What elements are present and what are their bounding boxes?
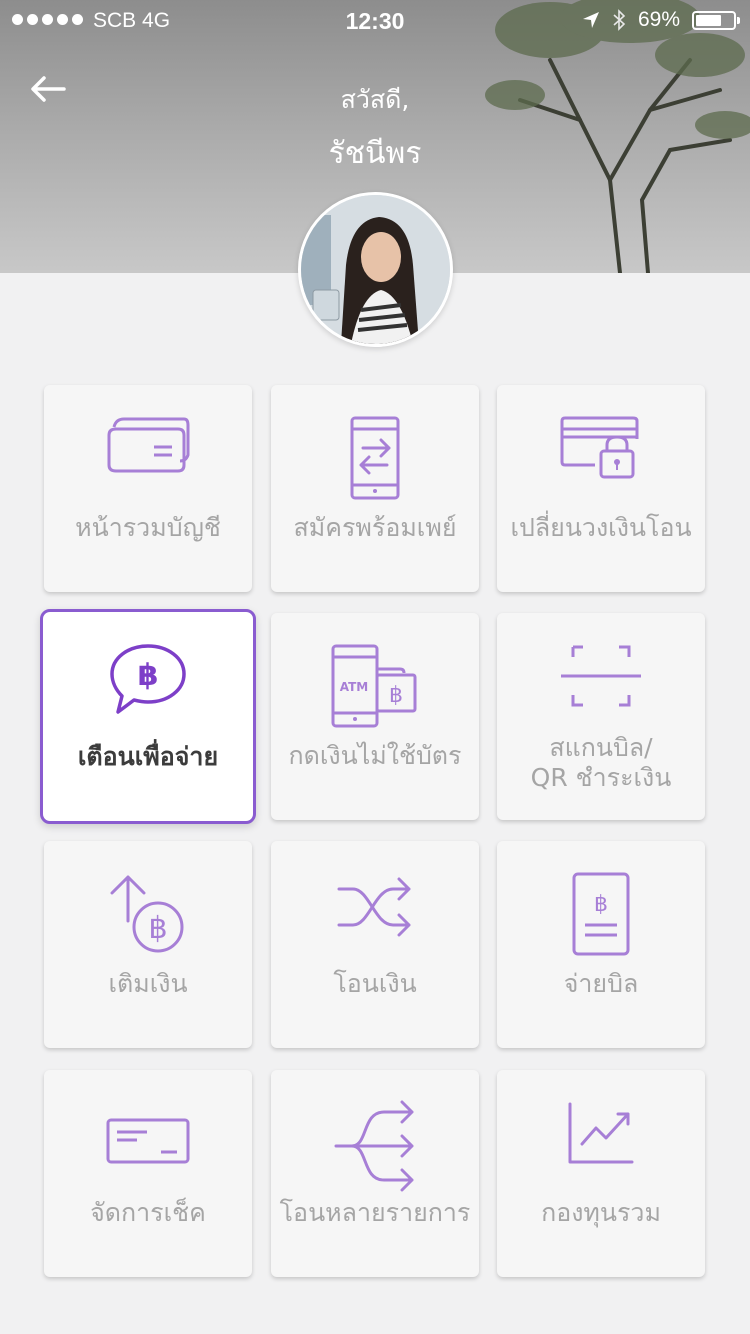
menu-tile-pay-bill[interactable]: ฿ จ่ายบิล: [497, 841, 705, 1048]
menu-tile-transfer[interactable]: โอนเงิน: [271, 841, 479, 1048]
multi-transfer-icon: [334, 1100, 414, 1192]
bluetooth-icon: [613, 9, 626, 31]
menu-label: จัดการเช็ค: [90, 1198, 206, 1227]
menu-label: เปลี่ยนวงเงินโอน: [510, 513, 692, 542]
menu-tile-accounts[interactable]: หน้ารวมบัญชี: [44, 385, 252, 592]
menu-tile-multi-transfer[interactable]: โอนหลายรายการ: [271, 1070, 479, 1277]
status-bar: SCB 4G 12:30 69%: [0, 0, 750, 42]
svg-text:฿: ฿: [594, 892, 608, 917]
menu-label: โอนเงิน: [333, 969, 417, 998]
fund-chart-icon: [568, 1102, 634, 1164]
user-name: รัชนีพร: [328, 136, 422, 171]
atm-phone-icon: ATM ฿: [331, 644, 417, 728]
location-icon: [582, 12, 599, 28]
bill-icon: ฿: [572, 872, 630, 956]
topup-icon: ฿: [110, 875, 184, 953]
greeting-text: สวัสดี,: [340, 85, 410, 114]
transfer-arrows-icon: [337, 877, 411, 937]
menu-tile-cardless-withdraw[interactable]: ATM ฿ กดเงินไม่ใช้บัตร: [271, 613, 479, 820]
menu-label: โอนหลายรายการ: [279, 1198, 471, 1227]
battery-icon: [692, 10, 740, 30]
svg-text:ATM: ATM: [340, 680, 368, 694]
menu-label-line2: QR ชำระเงิน: [530, 763, 672, 792]
battery-percentage: 69%: [637, 8, 680, 31]
menu-label: จ่ายบิล: [563, 969, 639, 998]
menu-label: หน้ารวมบัญชี: [75, 513, 221, 542]
profile-photo: [301, 195, 450, 344]
card-lock-icon: [560, 416, 639, 479]
svg-text:฿: ฿: [148, 911, 167, 946]
scan-icon: [561, 645, 641, 707]
menu-label: เตือนเพื่อจ่าย: [77, 742, 219, 771]
menu-tile-scan-bill[interactable]: สแกนบิล/ QR ชำระเงิน: [497, 613, 705, 820]
menu-tile-promptpay[interactable]: สมัครพร้อมเพย์: [271, 385, 479, 592]
cheque-icon: [106, 1118, 190, 1164]
avatar[interactable]: [298, 192, 453, 347]
svg-text:฿: ฿: [138, 658, 159, 693]
menu-label: กองทุนรวม: [541, 1198, 661, 1227]
svg-text:฿: ฿: [389, 683, 403, 708]
menu-tile-mutual-fund[interactable]: กองทุนรวม: [497, 1070, 705, 1277]
menu-tile-topup[interactable]: ฿ เติมเงิน: [44, 841, 252, 1048]
menu-tile-remind-to-pay[interactable]: ฿ เตือนเพื่อจ่าย: [40, 609, 256, 824]
menu-tile-limit[interactable]: เปลี่ยนวงเงินโอน: [497, 385, 705, 592]
menu-label: สมัครพร้อมเพย์: [293, 513, 457, 542]
baht-chat-icon: ฿: [110, 644, 186, 714]
menu-tile-cheque[interactable]: จัดการเช็ค: [44, 1070, 252, 1277]
menu-label-multiline: สแกนบิล/ QR ชำระเงิน: [497, 733, 705, 793]
menu-label-line1: สแกนบิล/: [549, 733, 653, 762]
menu-label: กดเงินไม่ใช้บัตร: [288, 741, 462, 770]
menu-label: เติมเงิน: [108, 969, 188, 998]
cards-icon: [107, 417, 190, 473]
phone-transfer-icon: [350, 416, 400, 500]
